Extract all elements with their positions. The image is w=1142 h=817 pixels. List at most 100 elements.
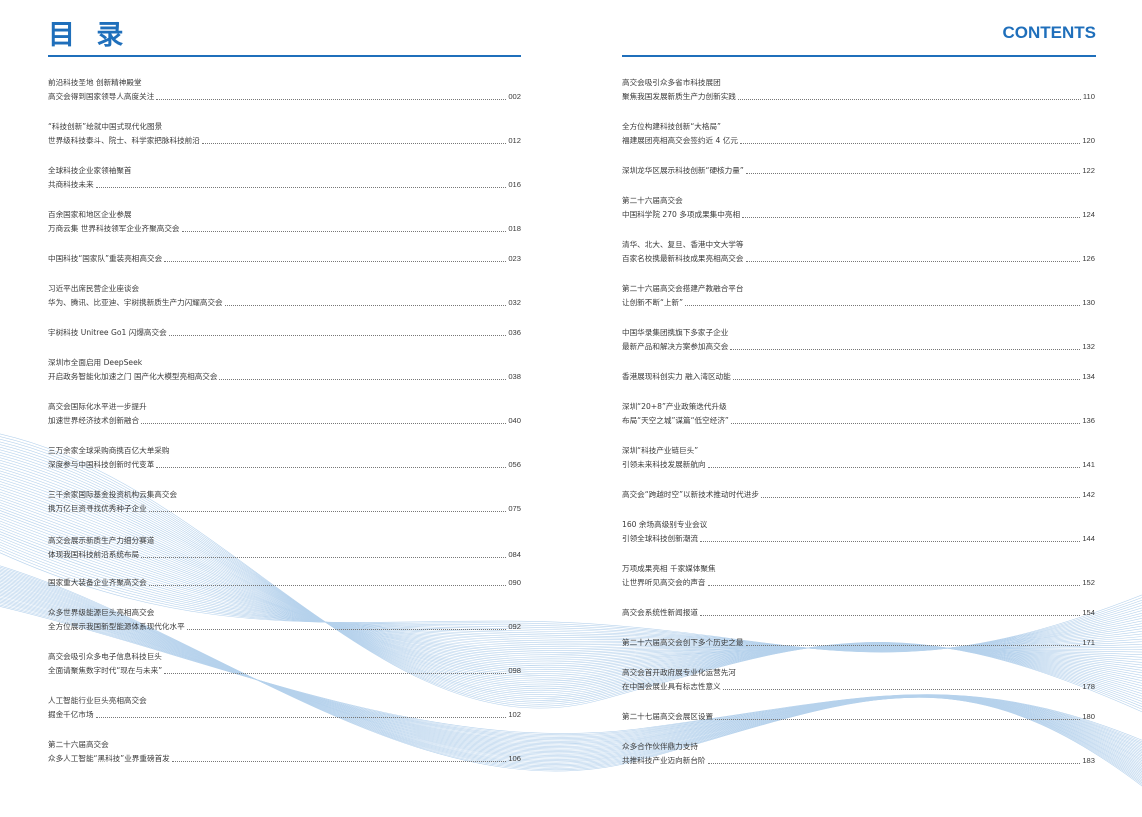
toc-entry-heading: 深圳“科技产业链巨头” (622, 446, 699, 455)
toc-page-number: 144 (1082, 534, 1095, 543)
dot-leader (730, 423, 1081, 424)
toc-page-number: 102 (508, 710, 521, 719)
toc-entry[interactable]: 全球科技企业家领袖聚首 共商科技未来 016 (48, 164, 521, 192)
toc-entry[interactable]: 三千余家国际基金投资机构云集高交会 携万亿巨资寻找优秀种子企业 075 (48, 488, 521, 516)
toc-entry[interactable]: 高交会国际化水平进一步提升 加速世界经济技术创新融合 040 (48, 400, 521, 428)
toc-entry-heading: 中国华录集团携旗下多家子企业 (622, 328, 729, 337)
toc-entry[interactable]: 160 余场高级别专业会议 引领全球科技创新潮流 144 (622, 518, 1095, 546)
dot-leader (171, 761, 507, 762)
toc-entry[interactable]: 第二十六届高交会创下多个历史之最 171 (622, 636, 1095, 650)
toc-entry[interactable]: 高交会吸引众多省市科技展团 聚焦我国发展新质生产力创新实践 110 (622, 76, 1095, 104)
toc-entry-title: 掘金千亿市场 (48, 710, 94, 719)
toc-entry-heading: 全球科技企业家领袖聚首 (48, 166, 132, 175)
toc-entry-title: 聚焦我国发展新质生产力创新实践 (622, 92, 736, 101)
dot-leader (164, 673, 507, 674)
toc-entry-title: 高交会系统性新闻报道 (622, 608, 698, 617)
toc-page-number: 023 (508, 254, 521, 263)
toc-entry[interactable]: 众多合作伙伴鼎力支持共推科技产业迈向新台阶 183 (622, 740, 1095, 768)
toc-entry-title: 中国科技“国家队”重装亮相高交会 (48, 254, 163, 263)
toc-entry[interactable]: 第二十六届高交会 众多人工智能“黑科技”业界重磅首发 106 (48, 738, 521, 766)
toc-entry-line: 掘金千亿市场 102 (48, 708, 521, 722)
toc-entry[interactable]: 第二十六届高交会 中国科学院 270 多项成果集中亮相 124 (622, 194, 1095, 222)
toc-entry[interactable]: 前沿科技圣地 创新精神殿堂 高交会得到国家领导人高度关注 002 (48, 76, 521, 104)
toc-entry[interactable]: 深圳龙华区展示科技创新“硬核力量” 122 (622, 164, 1095, 178)
toc-entry-line: 香港展现科创实力 融入湾区动能 134 (622, 370, 1095, 384)
toc-entry[interactable]: 高交会展示新质生产力细分赛道 体现我国科技前沿系统布局 084 (48, 534, 521, 562)
dot-leader (224, 305, 507, 306)
toc-entry-line: 高交会“跨越时空”以新技术推动时代进步 142 (622, 488, 1095, 502)
toc-page-number: 152 (1082, 578, 1095, 587)
toc-entry[interactable]: 香港展现科创实力 融入湾区动能 134 (622, 370, 1095, 384)
toc-entry[interactable]: 深圳“科技产业链巨头” 引领未来科技发展新航向 141 (622, 444, 1095, 472)
toc-page-number: 084 (508, 550, 521, 559)
toc-entry[interactable]: 中国科技“国家队”重装亮相高交会 023 (48, 252, 521, 266)
toc-entry-line: 最新产品和解决方案参加高交会 132 (622, 340, 1095, 354)
dot-leader (745, 645, 1081, 646)
toc-entry[interactable]: 高交会首开政府展专业化运营先河 在中国会展业具有标志性意义 178 (622, 666, 1095, 694)
toc-entry[interactable]: 高交会系统性新闻报道 154 (622, 606, 1095, 620)
toc-entry[interactable]: 第二十六届高交会搭建产教融合平台 让创新不断“上新” 130 (622, 282, 1095, 310)
toc-page-number: 002 (508, 92, 521, 101)
toc-entry-title: 引领全球科技创新潮流 (622, 534, 698, 543)
toc-entry-title: 体现我国科技前沿系统布局 (48, 550, 140, 559)
toc-entry-title: 布局“天空之城”谋篇“低空经济” (622, 416, 729, 425)
toc-entry-title: 第二十七届高交会展区设置 (622, 712, 714, 721)
dot-leader (737, 99, 1081, 100)
toc-entry[interactable]: 高交会吸引众多电子信息科技巨头全面请聚焦数字时代“现在与未来” 098 (48, 650, 521, 678)
toc-entry-heading: 众多世界级能源巨头亮相高交会 (48, 608, 155, 617)
toc-page-number: 154 (1082, 608, 1095, 617)
toc-entry-line: 引领全球科技创新潮流 144 (622, 532, 1095, 546)
toc-entry[interactable]: 三万余家全球采购商携百亿大单采购 深度参与中国科技创新时代变革 056 (48, 444, 521, 472)
toc-entry-heading: 第二十六届高交会 (622, 196, 683, 205)
toc-entry-line: 体现我国科技前沿系统布局 084 (48, 548, 521, 562)
toc-entry[interactable]: 中国华录集团携旗下多家子企业最新产品和解决方案参加高交会 132 (622, 326, 1095, 354)
toc-entry-line: 全面请聚焦数字时代“现在与未来” 098 (48, 664, 521, 678)
toc-entry-title: 众多人工智能“黑科技”业界重磅首发 (48, 754, 170, 763)
toc-page-number: 106 (508, 754, 521, 763)
toc-entry-title: 全面请聚焦数字时代“现在与未来” (48, 666, 163, 675)
toc-entry-heading: 高交会吸引众多电子信息科技巨头 (48, 652, 162, 661)
toc-page-number: 090 (508, 578, 521, 587)
toc-entry-line: 携万亿巨资寻找优秀种子企业 075 (48, 502, 521, 516)
toc-entry[interactable]: 宇树科技 Unitree Go1 闪爆高交会 036 (48, 326, 521, 340)
dot-leader (742, 217, 1081, 218)
toc-entry[interactable]: 万项成果亮相 千家媒体聚焦 让世界听见高交会的声音 152 (622, 562, 1095, 590)
toc-page-number: 075 (508, 504, 521, 513)
toc-entry[interactable]: 深圳市全面启用 DeepSeek 开启政务智能化加速之门 国产化大模型亮相高交会 0… (48, 356, 521, 384)
dot-leader (156, 467, 507, 468)
dot-leader (148, 511, 507, 512)
toc-entry-title: 最新产品和解决方案参加高交会 (622, 342, 729, 351)
toc-entry[interactable]: 国家重大装备企业齐聚高交会 090 (48, 576, 521, 590)
toc-entry-title: 国家重大装备企业齐聚高交会 (48, 578, 147, 587)
toc-entry[interactable]: 全方位构建科技创新“大格局” 福建展团亮相高交会签约近 4 亿元 120 (622, 120, 1095, 148)
toc-page-number: 038 (508, 372, 521, 381)
toc-entry[interactable]: “科技创新”绘就中国式现代化图景 世界级科技泰斗、院士、科学家把脉科技前沿 012 (48, 120, 521, 148)
toc-entry[interactable]: 百余国家和地区企业参展 万商云集 世界科技领军企业齐聚高交会 018 (48, 208, 521, 236)
toc-entry[interactable]: 高交会“跨越时空”以新技术推动时代进步 142 (622, 488, 1095, 502)
toc-entry[interactable]: 众多世界级能源巨头亮相高交会 全方位展示我国新型能源体系现代化水平 092 (48, 606, 521, 634)
toc-entry-line: 众多人工智能“黑科技”业界重磅首发 106 (48, 752, 521, 766)
toc-entry-title: 在中国会展业具有标志性意义 (622, 682, 721, 691)
dot-leader (715, 719, 1081, 720)
toc-entry-heading: “科技创新”绘就中国式现代化图景 (48, 122, 163, 131)
toc-entry-heading: 众多合作伙伴鼎力支持 (622, 742, 698, 751)
toc-page-number: 126 (1082, 254, 1095, 263)
toc-entry[interactable]: 人工智能行业巨头亮相高交会 掘金千亿市场 102 (48, 694, 521, 722)
toc-entry-heading: 深圳市全面启用 DeepSeek (48, 358, 143, 367)
toc-entry-title: 百家名校携最新科技成果亮相高交会 (622, 254, 744, 263)
toc-entry-title: 开启政务智能化加速之门 国产化大模型亮相高交会 (48, 372, 218, 381)
toc-page-number: 016 (508, 180, 521, 189)
toc-entry-title: 宇树科技 Unitree Go1 闪爆高交会 (48, 328, 167, 337)
toc-entry[interactable]: 习近平出席民营企业座谈会 华为、腾讯、比亚迪、宇树携新质生产力闪耀高交会 032 (48, 282, 521, 310)
toc-entry[interactable]: 深圳“20+8”产业政策迭代升级 布局“天空之城”谋篇“低空经济” 136 (622, 400, 1095, 428)
toc-entry-title: 福建展团亮相高交会签约近 4 亿元 (622, 136, 738, 145)
toc-entry-line: 让创新不断“上新” 130 (622, 296, 1095, 310)
toc-entry-title: 万商云集 世界科技领军企业齐聚高交会 (48, 224, 180, 233)
toc-entry[interactable]: 清华、北大、复旦、香港中文大学等 百家名校携最新科技成果亮相高交会 126 (622, 238, 1095, 266)
toc-entry[interactable]: 第二十七届高交会展区设置 180 (622, 710, 1095, 724)
toc-entry-line: 共推科技产业迈向新台阶 183 (622, 754, 1095, 768)
toc-page-number: 180 (1082, 712, 1095, 721)
title-rule-right (622, 55, 1096, 57)
dot-leader (685, 305, 1081, 306)
toc-page-number: 012 (508, 136, 521, 145)
